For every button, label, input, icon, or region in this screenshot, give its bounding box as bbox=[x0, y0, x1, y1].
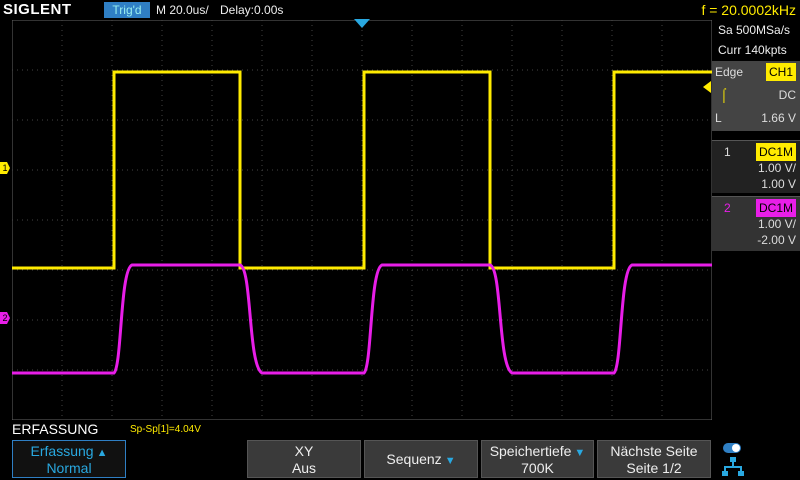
ch2-offset: -2.00 V bbox=[757, 233, 796, 247]
acquisition-mode-button[interactable]: Erfassung ▲ Normal bbox=[12, 440, 126, 478]
acquisition-mode-label: Erfassung bbox=[30, 443, 94, 459]
next-page-button[interactable]: Nächste Seite Seite 1/2 bbox=[597, 440, 711, 478]
rising-edge-icon: ⌠ bbox=[720, 87, 728, 102]
brand-logo: SIGLENT bbox=[3, 1, 72, 18]
ch2-offset-marker[interactable]: 2 bbox=[0, 312, 10, 324]
memory-depth-label: Speichertiefe bbox=[489, 443, 572, 459]
ch1-info-box[interactable]: 1 DC1M 1.00 V/ 1.00 V bbox=[712, 140, 800, 193]
memory-depth-value: 700K bbox=[521, 460, 554, 476]
trigger-coupling: DC bbox=[778, 88, 796, 102]
arrow-down-icon: ▼ bbox=[444, 455, 456, 467]
trigger-level-label: L bbox=[715, 111, 722, 125]
memory-depth-button[interactable]: Speichertiefe ▼ 700K bbox=[481, 440, 594, 478]
trigger-level-marker[interactable] bbox=[703, 81, 711, 93]
menu-title: ERFASSUNG bbox=[12, 421, 99, 437]
next-page-label: Nächste Seite bbox=[610, 443, 698, 459]
toggle-icon bbox=[723, 443, 741, 453]
timebase-readout: M 20.0us/ bbox=[156, 3, 209, 17]
arrow-down-icon: ▼ bbox=[574, 447, 586, 459]
waveform-display[interactable] bbox=[12, 20, 712, 420]
status-icons bbox=[722, 443, 744, 476]
trigger-status-badge: Trig'd bbox=[104, 2, 150, 18]
delay-readout: Delay:0.00s bbox=[220, 3, 284, 17]
trigger-info-box[interactable]: Edge CH1 ⌠ DC L 1.66 V bbox=[712, 61, 800, 131]
sequence-button[interactable]: Sequenz ▼ bbox=[364, 440, 478, 478]
memory-depth-readout: Curr 140kpts bbox=[718, 43, 787, 57]
page-indicator: Seite 1/2 bbox=[626, 460, 682, 476]
top-status-bar: SIGLENT Trig'd M 20.0us/ Delay:0.00s f =… bbox=[0, 0, 800, 20]
xy-mode-button[interactable]: XY Aus bbox=[247, 440, 361, 478]
sample-rate-readout: Sa 500MSa/s bbox=[718, 23, 791, 37]
trigger-level-value: 1.66 V bbox=[761, 111, 796, 125]
xy-mode-value: Aus bbox=[291, 460, 317, 476]
ch1-offset: 1.00 V bbox=[761, 177, 796, 191]
arrow-up-icon: ▲ bbox=[96, 447, 108, 459]
trigger-source: CH1 bbox=[765, 63, 796, 81]
ch2-info-box[interactable]: 2 DC1M 1.00 V/ -2.00 V bbox=[712, 196, 800, 251]
acquisition-mode-value: Normal bbox=[46, 460, 92, 476]
frequency-readout: f = 20.0002kHz bbox=[701, 2, 796, 18]
measurement-readout: Sp-Sp[1]=4.04V bbox=[130, 424, 201, 435]
trigger-type: Edge bbox=[715, 65, 744, 79]
sequence-label: Sequenz bbox=[386, 451, 442, 467]
xy-mode-label: XY bbox=[294, 443, 314, 459]
right-info-panel: Sa 500MSa/s Curr 140kpts Edge CH1 ⌠ DC L… bbox=[712, 20, 800, 420]
network-icon bbox=[722, 457, 744, 476]
ch1-offset-marker[interactable]: 1 bbox=[0, 162, 10, 174]
trigger-position-marker[interactable] bbox=[354, 19, 370, 28]
